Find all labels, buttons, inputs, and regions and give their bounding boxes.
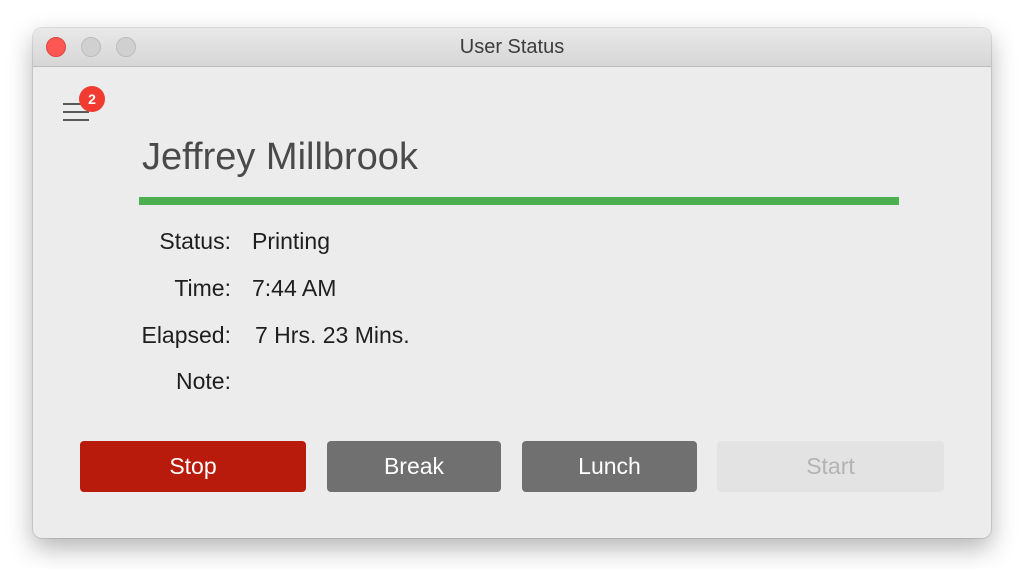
window-title: User Status: [459, 36, 565, 58]
user-status-window: User Status 2 Jeffrey Millbrook Status: …: [33, 28, 991, 538]
status-label: Status:: [159, 228, 231, 254]
menu-button[interactable]: 2: [59, 86, 105, 128]
stop-button[interactable]: Stop: [80, 441, 306, 492]
time-label: Time:: [174, 275, 231, 301]
elapsed-label: Elapsed:: [141, 322, 231, 348]
user-name: Jeffrey Millbrook: [142, 136, 418, 178]
hamburger-menu-icon-line: [63, 119, 89, 121]
time-value: 7:44 AM: [252, 275, 337, 301]
title-bar[interactable]: User Status: [33, 28, 991, 67]
status-indicator-bar: [139, 197, 899, 205]
note-label: Note:: [176, 368, 231, 394]
break-button[interactable]: Break: [327, 441, 501, 492]
status-value: Printing: [252, 228, 330, 254]
status-row: Status: Printing: [33, 228, 733, 258]
note-row: Note:: [33, 368, 733, 398]
elapsed-value: 7 Hrs. 23 Mins.: [255, 322, 410, 348]
hamburger-menu-icon-line: [63, 111, 89, 113]
start-button[interactable]: Start: [717, 441, 944, 492]
time-row: Time: 7:44 AM: [33, 275, 733, 305]
notification-badge: 2: [79, 86, 105, 112]
elapsed-row: Elapsed: 7 Hrs. 23 Mins.: [33, 322, 733, 352]
lunch-button[interactable]: Lunch: [522, 441, 697, 492]
